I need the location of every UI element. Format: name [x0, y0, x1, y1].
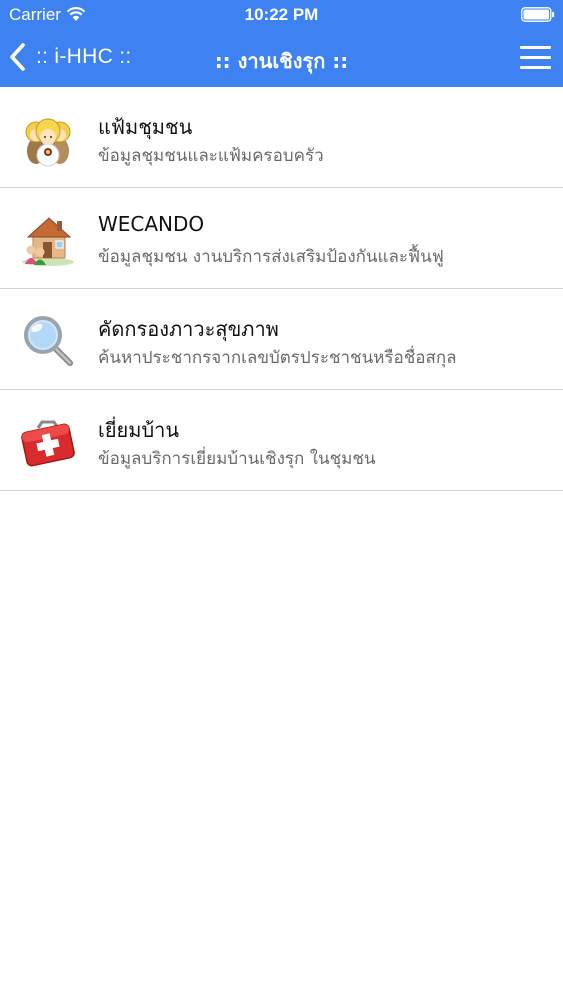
status-bar: Carrier 10:22 PM — [0, 0, 563, 30]
page-title: :: งานเชิงรุก :: — [214, 49, 349, 73]
list-item-community-file[interactable]: แฟ้มชุมชน ข้อมูลชุมชนและแฟ้มครอบครัว — [0, 87, 563, 188]
menu-list: แฟ้มชุมชน ข้อมูลชุมชนและแฟ้มครอบครัว WEC… — [0, 87, 563, 491]
item-title: เยี่ยมบ้าน — [98, 418, 180, 442]
item-subtitle: ข้อมูลชุมชน งานบริการส่งเสริมป้องกันและฟ… — [98, 247, 444, 267]
navigation-bar: Carrier 10:22 PM :: i-HHC :: :: งานเชิงร… — [0, 0, 563, 87]
house-family-icon — [22, 217, 74, 266]
people-icon — [25, 118, 71, 167]
item-title: WECANDO — [98, 212, 205, 236]
item-subtitle: ค้นหาประชากรจากเลขบัตรประชาชนหรือชื่อสกุ… — [98, 348, 457, 368]
item-subtitle: ข้อมูลชุมชนและแฟ้มครอบครัว — [98, 146, 324, 166]
item-subtitle: ข้อมูลบริการเยี่ยมบ้านเชิงรุก ในชุมชน — [98, 449, 376, 469]
list-item-health-screening[interactable]: คัดกรองภาวะสุขภาพ ค้นหาประชากรจากเลขบัตร… — [0, 289, 563, 390]
hamburger-menu-icon[interactable] — [520, 46, 551, 70]
clock-time: 10:22 PM — [244, 5, 319, 24]
list-item-wecando[interactable]: WECANDO ข้อมูลชุมชน งานบริการส่งเสริมป้อ… — [0, 188, 563, 289]
item-title: คัดกรองภาวะสุขภาพ — [98, 317, 279, 341]
list-item-home-visit[interactable]: เยี่ยมบ้าน ข้อมูลบริการเยี่ยมบ้านเชิงรุก… — [0, 390, 563, 491]
item-title: แฟ้มชุมชน — [98, 115, 193, 139]
first-aid-kit-icon — [21, 420, 75, 467]
magnifier-icon — [24, 316, 73, 366]
battery-icon — [521, 7, 555, 22]
